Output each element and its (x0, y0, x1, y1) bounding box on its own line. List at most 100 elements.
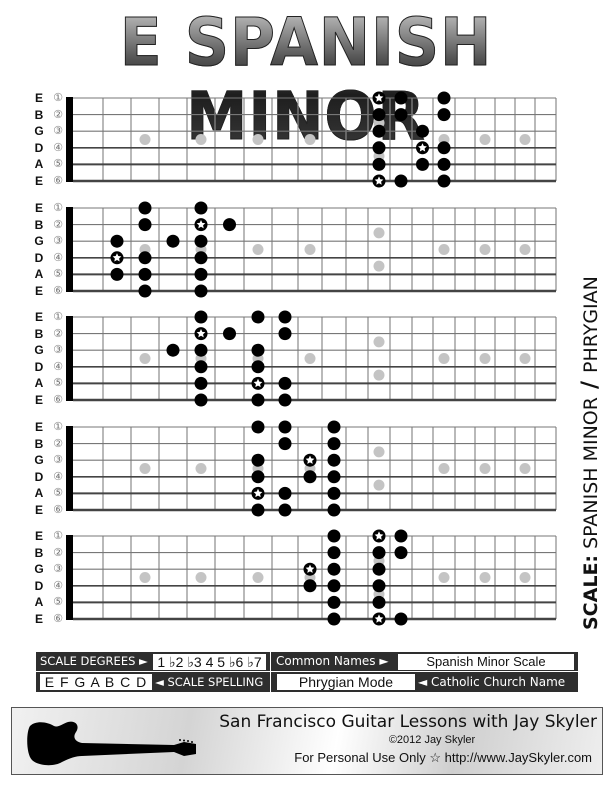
note-marker (437, 141, 451, 155)
inlay-dot (519, 353, 531, 364)
note-marker (278, 376, 292, 390)
inlay-dot (373, 227, 385, 239)
note-marker (278, 486, 292, 500)
note-marker (194, 360, 208, 374)
note-marker (223, 327, 236, 341)
inlay-dot (479, 572, 491, 583)
note-marker (166, 234, 180, 248)
note-marker (278, 420, 292, 434)
note-marker (278, 310, 292, 324)
nut (66, 426, 73, 511)
scale-side-label: SCALE: SPANISH MINOR / PHRYGIAN (576, 180, 606, 630)
note-marker (327, 437, 341, 451)
note-marker (372, 562, 386, 576)
note-marker (372, 124, 386, 138)
inlay-dot (373, 446, 385, 458)
note-marker (394, 174, 408, 188)
fretboard-diagram-1: E①B②G③D④A⑤E⑥ (0, 90, 570, 190)
note-marker (372, 108, 386, 122)
note-marker (327, 546, 341, 560)
nut (66, 97, 73, 182)
slash: / (578, 381, 603, 390)
note-marker (327, 420, 341, 434)
note-marker (303, 470, 317, 484)
inlay-dot (373, 369, 385, 381)
fretboard-svg (66, 310, 557, 407)
note-marker (303, 579, 317, 593)
nut (66, 316, 73, 401)
fretboard-svg (66, 420, 557, 517)
footer-banner: San Francisco Guitar Lessons with Jay Sk… (11, 707, 603, 775)
inlay-dot (252, 134, 264, 145)
note-marker (394, 546, 408, 560)
note-marker (194, 393, 208, 407)
note-marker (327, 453, 341, 467)
inlay-dot (304, 244, 316, 255)
note-marker (394, 612, 408, 626)
church-name-panel: Phrygian Mode ◄ Catholic Church Name (271, 672, 578, 692)
footer-headline: San Francisco Guitar Lessons with Jay Sk… (219, 712, 597, 732)
scale-alt-name: PHRYGIAN (580, 276, 602, 373)
note-marker (327, 612, 341, 626)
note-marker (194, 251, 208, 265)
church-name-value: Phrygian Mode (277, 674, 415, 690)
note-marker (251, 343, 265, 357)
fretboard-diagram-3: E①B②G③D④A⑤E⑥ (0, 309, 570, 409)
note-marker (278, 393, 292, 407)
inlay-dot (195, 134, 207, 145)
page-title: E SPANISH MINOR (0, 5, 612, 154)
inlay-dot (519, 463, 531, 474)
nut (66, 207, 73, 292)
footer-copyright: ©2012 Jay Skyler (388, 734, 476, 746)
guitar-silhouette-icon (27, 721, 196, 766)
inlay-dot (304, 353, 316, 364)
note-marker (394, 108, 408, 122)
note-marker (251, 503, 265, 517)
note-marker (372, 141, 386, 155)
note-marker (194, 376, 208, 390)
fretboard-diagram-4: E①B②G③D④A⑤E⑥ (0, 419, 570, 519)
note-marker (327, 470, 341, 484)
inlay-dot (139, 134, 151, 145)
note-marker (138, 218, 152, 232)
inlay-dot (519, 134, 531, 145)
inlay-dot (304, 134, 316, 145)
inlay-dot (373, 260, 385, 272)
scale-name: SPANISH MINOR (580, 397, 602, 549)
note-marker (194, 234, 208, 248)
inlay-dot (373, 336, 385, 348)
nut (66, 535, 73, 620)
note-marker (327, 579, 341, 593)
note-marker (437, 174, 451, 188)
inlay-dot (195, 572, 207, 583)
note-marker (416, 124, 429, 138)
inlay-dot (519, 244, 531, 255)
inlay-dot (195, 463, 207, 474)
inlay-dot (479, 134, 491, 145)
scale-spelling-panel: E F G A B C D ◄ SCALE SPELLING (36, 672, 270, 692)
note-marker (278, 437, 292, 451)
note-marker (437, 91, 451, 105)
note-marker (394, 529, 408, 543)
church-name-label: ◄ Catholic Church Name (418, 675, 566, 689)
note-marker (437, 157, 451, 171)
inlay-dot (479, 463, 491, 474)
note-marker (251, 420, 265, 434)
note-marker (251, 470, 265, 484)
note-marker (251, 310, 265, 324)
fretboard-svg (66, 529, 557, 626)
note-marker (278, 327, 292, 341)
note-marker (110, 267, 124, 281)
note-marker (251, 453, 265, 467)
note-marker (327, 529, 341, 543)
inlay-dot (479, 353, 491, 364)
note-marker (138, 251, 152, 265)
note-marker (194, 310, 208, 324)
inlay-dot (438, 244, 450, 255)
note-marker (278, 503, 292, 517)
inlay-dot (252, 244, 264, 255)
inlay-dot (438, 353, 450, 364)
scale-degrees-value: 1 ♭2 ♭3 4 5 ♭6 ♭7 (153, 654, 266, 670)
note-marker (437, 108, 451, 122)
scale-spelling-label: ◄ SCALE SPELLING (155, 675, 264, 689)
